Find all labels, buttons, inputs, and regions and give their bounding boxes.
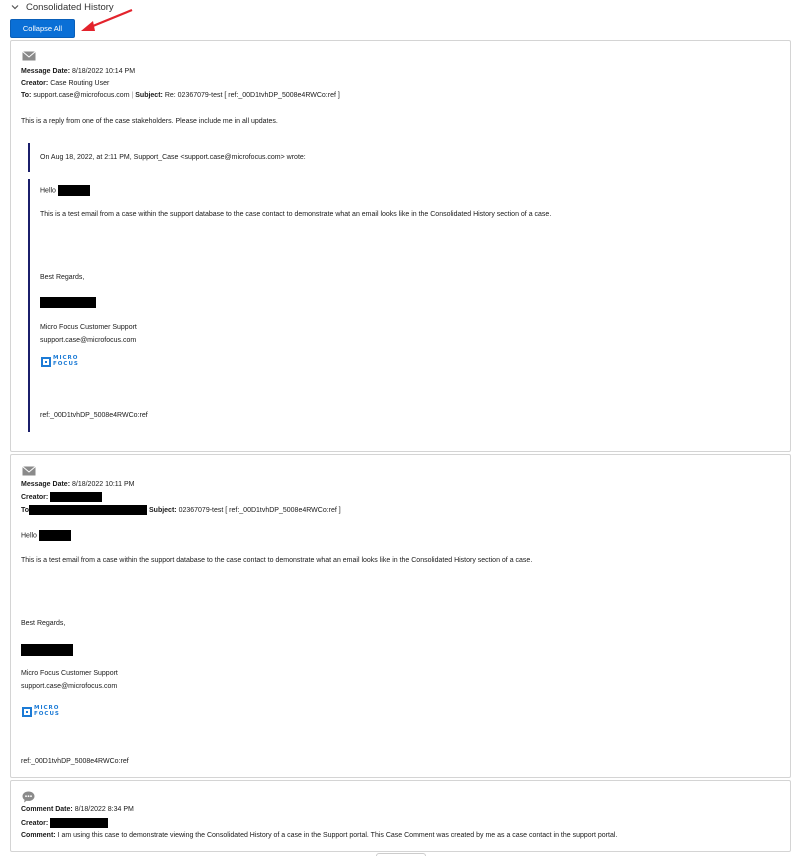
creator-label: Creator: (21, 80, 49, 87)
logo-mark-icon (41, 356, 51, 367)
signature-name-row (40, 297, 96, 308)
subject-value: 02367079-test [ ref:_00D1tvhDP_5008e4RWC… (178, 506, 341, 514)
redacted-creator (50, 492, 103, 502)
signature-org: Micro Focus Customer Support (21, 670, 118, 677)
redacted-creator (50, 818, 109, 828)
quote-header: On Aug 18, 2022, at 2:11 PM, Support_Cas… (40, 154, 306, 161)
micro-focus-logo: MICRO FOCUS (22, 705, 60, 717)
creator-value: Case Routing User (50, 80, 110, 87)
to-value: support.case@microfocus.com (33, 92, 130, 99)
quoted-body: This is a test email from a case within … (40, 211, 552, 218)
collapse-all-button[interactable]: Collapse All (10, 19, 75, 38)
creator-label: Creator: (21, 819, 49, 827)
comment-text: I am using this case to demonstrate view… (57, 832, 618, 839)
envelope-icon (22, 51, 36, 61)
message-date-value: 8/18/2022 10:11 PM (71, 481, 135, 488)
creator-row: Creator: (21, 492, 103, 502)
comment-row: Comment: I am using this case to demonst… (21, 831, 617, 840)
message-body: This is a test email from a case within … (21, 557, 533, 564)
quoted-message: Hello This is a test email from a case w… (28, 179, 551, 432)
subject-value: Re: 02367079-test [ ref:_00D1tvhDP_5008e… (164, 92, 340, 99)
to-subject-row: To Subject: 02367079-test [ ref:_00D1tvh… (21, 505, 341, 515)
history-item-comment: Comment Date: 8/18/2022 8:34 PM Creator:… (10, 780, 791, 852)
signature-email: support.case@microfocus.com (21, 683, 118, 690)
message-body: This is a reply from one of the case sta… (21, 118, 278, 125)
comment-label: Comment: (21, 832, 56, 839)
logo-text-bottom: FOCUS (53, 360, 79, 367)
redacted-recipient (29, 505, 148, 515)
greeting-text: Hello (40, 187, 56, 195)
message-date-label: Message Date: (21, 481, 71, 488)
redacted-signature (40, 297, 96, 308)
to-label: To (21, 506, 30, 514)
redacted-signature (21, 644, 73, 656)
message-date-label: Message Date: (21, 68, 71, 75)
comment-date-label: Comment Date: (21, 806, 73, 813)
history-item-email: Message Date: 8/18/2022 10:11 PM Creator… (10, 454, 791, 778)
comment-date-row: Comment Date: 8/18/2022 8:34 PM (21, 805, 134, 814)
message-date-row: Message Date: 8/18/2022 10:11 PM (21, 480, 135, 489)
history-item-email: Message Date: 8/18/2022 10:14 PM Creator… (10, 40, 791, 452)
to-subject-row: To: support.case@microfocus.com | Subjec… (21, 92, 340, 99)
quote-block: On Aug 18, 2022, at 2:11 PM, Support_Cas… (28, 143, 306, 172)
sign-off: Best Regards, (40, 274, 85, 281)
envelope-icon (22, 466, 36, 476)
greeting-row: Hello (21, 530, 71, 541)
redacted-name (38, 530, 71, 541)
sign-off: Best Regards, (21, 620, 66, 627)
message-date-value: 8/18/2022 10:14 PM (71, 68, 136, 75)
creator-row: Creator: Case Routing User (21, 79, 109, 88)
reference-id: ref:_00D1tvhDP_5008e4RWCo:ref (21, 758, 129, 765)
greeting-row: Hello (40, 185, 90, 196)
comment-date-value: 8/18/2022 8:34 PM (74, 806, 134, 813)
annotation-arrow-icon (81, 8, 133, 31)
signature-name-row (21, 644, 73, 656)
signature-org: Micro Focus Customer Support (40, 324, 137, 331)
greeting-text: Hello (21, 532, 37, 540)
subject-label: Subject: (149, 506, 177, 514)
micro-focus-logo: MICRO FOCUS (41, 355, 79, 367)
signature-email: support.case@microfocus.com (40, 337, 137, 344)
speech-bubble-icon (22, 791, 35, 803)
reference-id: ref:_00D1tvhDP_5008e4RWCo:ref (40, 412, 148, 419)
creator-label: Creator: (21, 493, 49, 501)
chevron-down-icon[interactable] (10, 2, 20, 12)
logo-text-bottom: FOCUS (34, 710, 60, 717)
logo-mark-icon (22, 706, 32, 717)
creator-row: Creator: (21, 818, 109, 828)
message-date-row: Message Date: 8/18/2022 10:14 PM (21, 67, 135, 76)
subject-label: Subject: (135, 92, 163, 99)
redacted-name (57, 185, 90, 196)
to-label: To: (21, 92, 32, 99)
